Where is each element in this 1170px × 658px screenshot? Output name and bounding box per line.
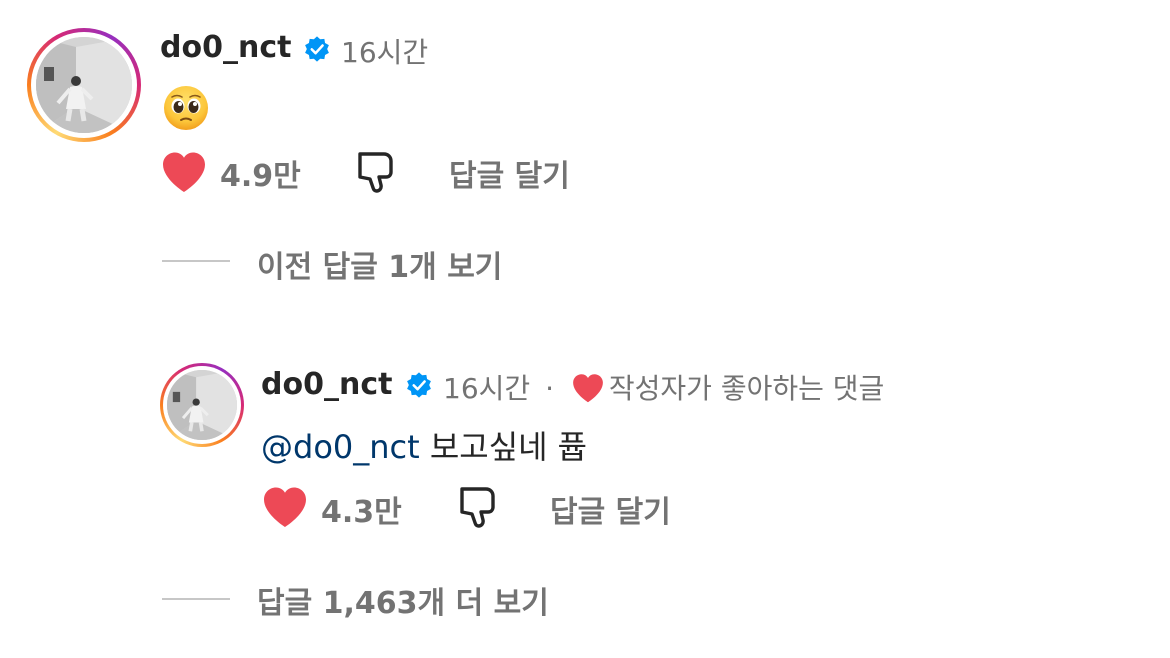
reply-timestamp: 16시간 xyxy=(443,372,531,405)
verified-badge-icon xyxy=(305,36,329,62)
like-heart-icon[interactable] xyxy=(261,485,309,529)
verified-badge-icon xyxy=(407,372,431,398)
pleading-face-emoji xyxy=(164,86,208,130)
like-count: 4.9만 xyxy=(220,159,301,194)
comment-timestamp: 16시간 xyxy=(341,36,429,69)
reply-button[interactable]: 답글 달기 xyxy=(449,151,570,195)
reply-meta: 16시간 · 작성자가 좋아하는 댓글 xyxy=(443,367,884,407)
thread-line xyxy=(162,598,230,600)
mention-link[interactable]: @do0_nct xyxy=(261,428,420,466)
reply-text: @do0_nct 보고싶네 퓹 xyxy=(261,422,587,468)
liked-by-author-label: 작성자가 좋아하는 댓글 xyxy=(608,372,885,405)
view-more-replies-button[interactable]: 답글 1,463개 더 보기 xyxy=(257,578,549,622)
reply-username[interactable]: do0_nct xyxy=(261,367,392,402)
reply-button[interactable]: 답글 달기 xyxy=(550,487,671,531)
comment-username[interactable]: do0_nct xyxy=(160,30,291,65)
thumbs-down-icon[interactable] xyxy=(456,483,500,531)
thread-line xyxy=(162,260,230,262)
avatar[interactable] xyxy=(27,28,141,142)
reply-avatar-photo-image xyxy=(167,370,237,440)
avatar-photo-image xyxy=(36,37,132,133)
view-previous-replies-button[interactable]: 이전 답글 1개 보기 xyxy=(257,242,502,286)
reply-body: 보고싶네 퓹 xyxy=(419,428,588,466)
reply-avatar[interactable] xyxy=(160,363,244,447)
thumbs-down-icon[interactable] xyxy=(354,148,398,196)
author-liked-heart-icon xyxy=(573,374,603,403)
comment-thread: do0_nct 16시간 4.9만 답글 달기 이전 답글 1개 보기 do0_… xyxy=(0,0,1170,658)
meta-separator: · xyxy=(545,372,554,405)
reply-like-count: 4.3만 xyxy=(321,495,402,530)
like-heart-icon[interactable] xyxy=(160,150,208,194)
